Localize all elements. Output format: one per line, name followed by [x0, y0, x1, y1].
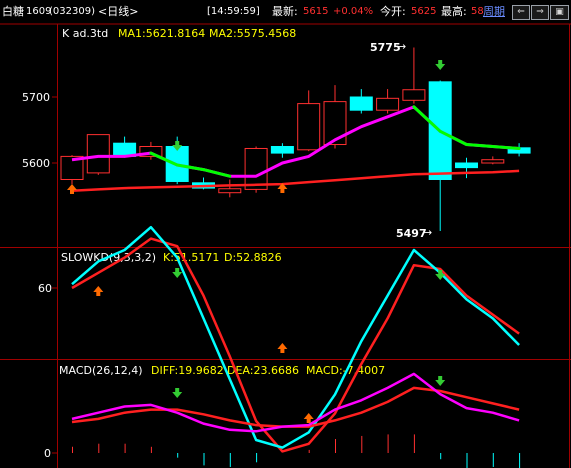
sell-arrow-icon — [172, 268, 183, 278]
ma2-readout: MA2:5575.4568 — [209, 27, 296, 40]
high-arrow-icon: → — [397, 40, 406, 53]
price-label-5600: 5600 — [22, 157, 50, 170]
macd-dea-line — [71, 386, 520, 428]
candle-body — [218, 188, 242, 194]
candle-body — [244, 147, 268, 190]
sell-arrow-icon — [435, 60, 446, 70]
low-arrow-icon: → — [423, 226, 432, 239]
candle-body — [455, 162, 478, 169]
buy-arrow-icon — [277, 343, 288, 353]
sell-arrow-icon — [435, 376, 446, 386]
candle-body — [323, 101, 347, 146]
price-label-5700: 5700 — [22, 91, 50, 104]
buy-arrow-icon — [303, 413, 314, 423]
kd-k-readout: K:51.5171 — [163, 251, 219, 264]
kd-d-readout: D:52.8826 — [224, 251, 282, 264]
kd-label-60: 60 — [38, 282, 52, 295]
macd-label-0: 0 — [44, 447, 51, 460]
buy-arrow-icon — [67, 184, 77, 194]
kline-title: K ad.3td — [62, 27, 108, 40]
ma1-line — [71, 105, 520, 178]
ma1-readout: MA1:5621.8164 — [118, 27, 205, 40]
kd-d-line — [71, 237, 520, 453]
chart-canvas[interactable]: K ad.3td MA1:5621.8164 MA2:5575.4568 570… — [0, 0, 571, 468]
sell-arrow-icon — [172, 388, 183, 398]
candle-body — [270, 146, 294, 154]
macd-diff-line — [71, 372, 520, 433]
ma1-line-down-segment — [491, 145, 521, 150]
ma2-line — [71, 169, 520, 192]
buy-arrow-icon — [93, 286, 104, 296]
candle-body — [481, 159, 505, 164]
ma1-line-down-segment — [202, 168, 232, 178]
candle-body — [297, 103, 321, 151]
macd-diff-readout: DIFF:19.9682 — [151, 364, 224, 377]
candle-body — [86, 134, 110, 174]
candle-body — [349, 96, 373, 111]
candle-body — [402, 89, 426, 101]
ma1-line-down-segment — [465, 143, 495, 148]
macd-title: MACD(26,12,4) — [59, 364, 143, 377]
candle-body — [376, 97, 400, 111]
